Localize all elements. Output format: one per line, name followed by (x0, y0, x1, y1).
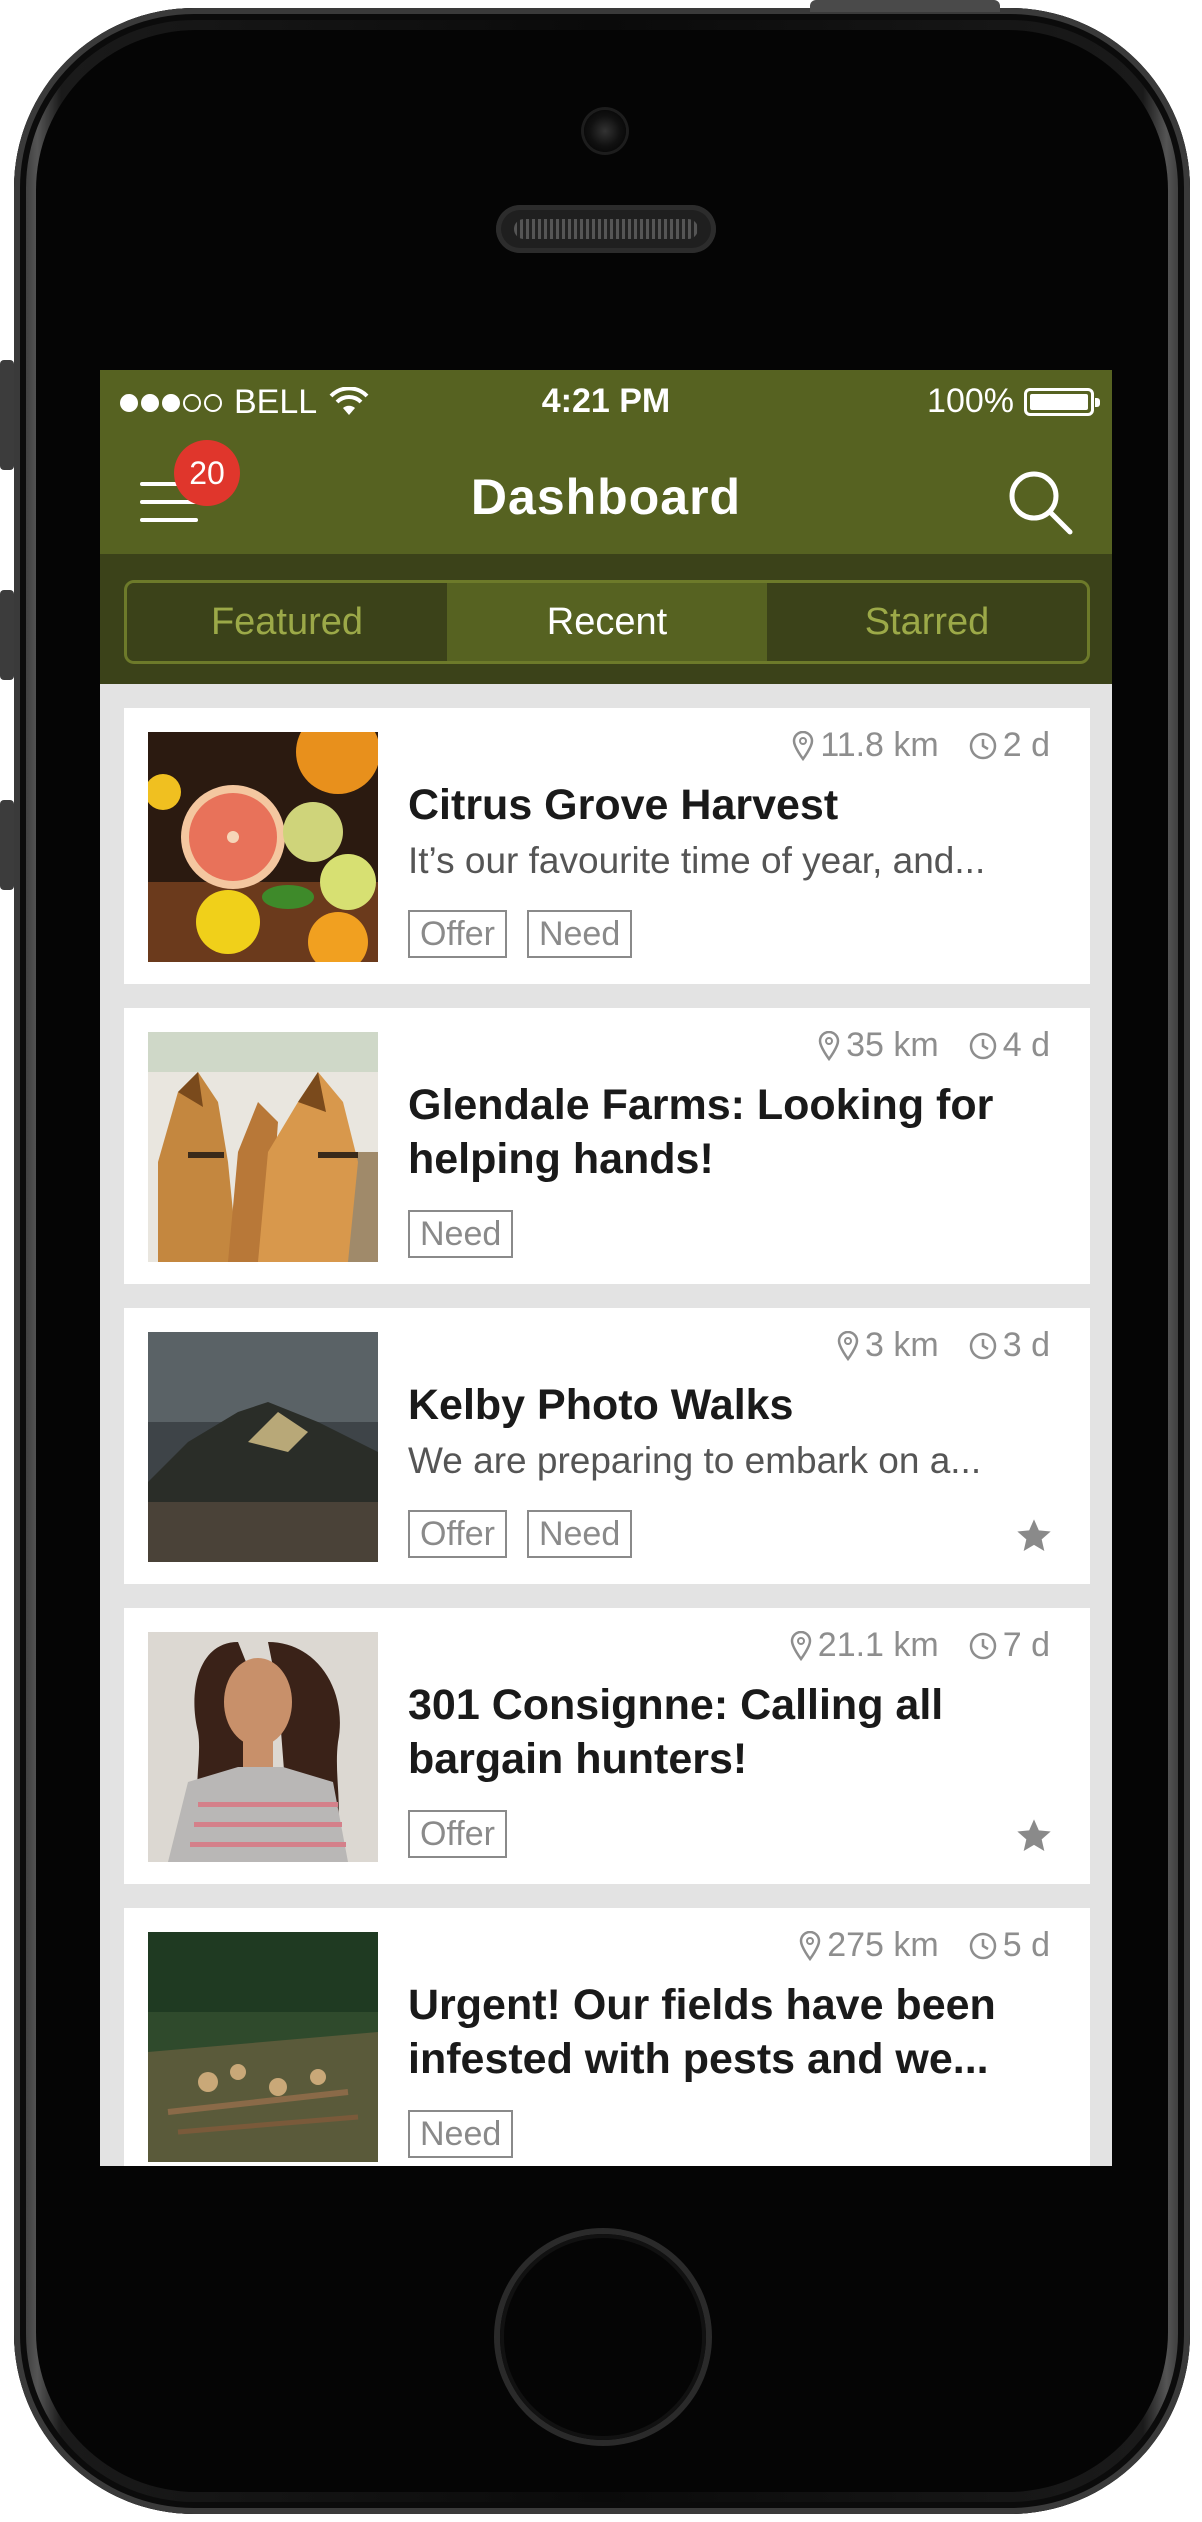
volume-up-button (0, 590, 14, 680)
post-description: We are preparing to embark on a... (408, 1440, 982, 1481)
post-card[interactable]: 35 km 4 d Glendale Farms: Looking for he… (124, 1008, 1090, 1284)
status-bar: BELL 4:21 PM 100% (100, 370, 1112, 432)
clock-icon (969, 1032, 996, 1059)
search-icon (1009, 471, 1073, 535)
tag-need: Need (526, 910, 633, 958)
star-icon[interactable] (1014, 1516, 1054, 1556)
search-button[interactable] (1004, 466, 1076, 538)
post-age: 4 d (1002, 1026, 1050, 1064)
post-meta: 21.1 km 7 d (790, 1626, 1050, 1665)
horses-photo (148, 1032, 378, 1262)
clock-icon (969, 1932, 996, 1959)
post-card[interactable]: 21.1 km 7 d 301 Consignne: Calling all b… (124, 1608, 1090, 1884)
post-distance: 3 km (865, 1326, 939, 1364)
location-pin-icon (793, 730, 814, 761)
post-title: Kelby Photo Walks (408, 1381, 794, 1429)
post-card[interactable]: 11.8 km 2 d Citrus Grove Harvest It’s ou… (124, 708, 1090, 984)
mountain-landscape-photo (148, 1332, 378, 1562)
tab-recent[interactable]: Recent (447, 583, 767, 661)
location-pin-icon (818, 1030, 840, 1061)
clock-icon (969, 732, 996, 759)
segmented-control: Featured Recent Starred (124, 580, 1090, 664)
post-meta: 3 km 3 d (837, 1326, 1050, 1365)
tab-featured[interactable]: Featured (127, 583, 447, 661)
tag-need: Need (408, 1210, 514, 1258)
star-icon[interactable] (1014, 1816, 1054, 1856)
post-tags: Offer Need (408, 1510, 633, 1558)
page-title: Dashboard (470, 469, 742, 525)
tag-need: Need (408, 2110, 514, 2158)
post-tags: Need (408, 1210, 514, 1258)
cut-branches-field-photo (148, 1932, 378, 2162)
post-tags: Need (408, 2110, 514, 2158)
post-meta: 275 km 5 d (799, 1926, 1050, 1965)
post-title: Glendale Farms: Looking for helping hand… (408, 1081, 994, 1183)
post-distance: 11.8 km (820, 726, 939, 764)
post-meta: 11.8 km 2 d (792, 726, 1050, 765)
power-button (810, 0, 1000, 12)
citrus-fruit-photo (148, 732, 378, 962)
post-distance: 21.1 km (817, 1626, 939, 1664)
post-title: Urgent! Our fields have been infested wi… (408, 1981, 996, 2083)
earpiece-speaker (496, 205, 716, 253)
post-tags: Offer (408, 1810, 507, 1858)
battery-percent: 100% (927, 382, 1014, 420)
app-screen: BELL 4:21 PM 100% 20 Dashboard Featured … (100, 370, 1112, 2166)
post-tags: Offer Need (408, 910, 633, 958)
status-right: 100% (927, 382, 1100, 421)
post-description: It’s our favourite time of year, and... (408, 840, 986, 881)
tab-bar: Featured Recent Starred (100, 554, 1112, 684)
location-pin-icon (837, 1330, 859, 1361)
post-age: 3 d (1002, 1326, 1050, 1364)
woman-portrait-photo (148, 1632, 378, 1862)
tab-starred[interactable]: Starred (767, 583, 1087, 661)
tag-offer: Offer (408, 1510, 507, 1558)
tag-need: Need (526, 1510, 633, 1558)
tag-offer: Offer (408, 910, 507, 958)
post-age: 2 d (1002, 726, 1050, 764)
nav-bar: 20 Dashboard (100, 432, 1112, 554)
post-title: Citrus Grove Harvest (408, 781, 839, 829)
clock-icon (969, 1332, 996, 1359)
location-pin-icon (790, 1630, 812, 1661)
clock-icon (969, 1632, 996, 1659)
location-pin-icon (799, 1930, 821, 1961)
front-camera (584, 110, 626, 152)
post-meta: 35 km 4 d (818, 1026, 1050, 1065)
volume-down-button (0, 800, 14, 890)
battery-icon (1024, 387, 1100, 416)
post-card[interactable]: 3 km 3 d Kelby Photo Walks We are prepar… (124, 1308, 1090, 1584)
post-distance: 275 km (827, 1926, 939, 1964)
tag-offer: Offer (408, 1810, 507, 1858)
mute-switch (0, 360, 14, 470)
post-card[interactable]: 275 km 5 d Urgent! Our fields have been … (124, 1908, 1090, 2166)
post-distance: 35 km (846, 1026, 939, 1064)
post-title: 301 Consignne: Calling all bargain hunte… (408, 1681, 944, 1783)
post-age: 5 d (1002, 1926, 1050, 1964)
post-age: 7 d (1002, 1626, 1050, 1664)
home-button[interactable] (500, 2234, 706, 2440)
